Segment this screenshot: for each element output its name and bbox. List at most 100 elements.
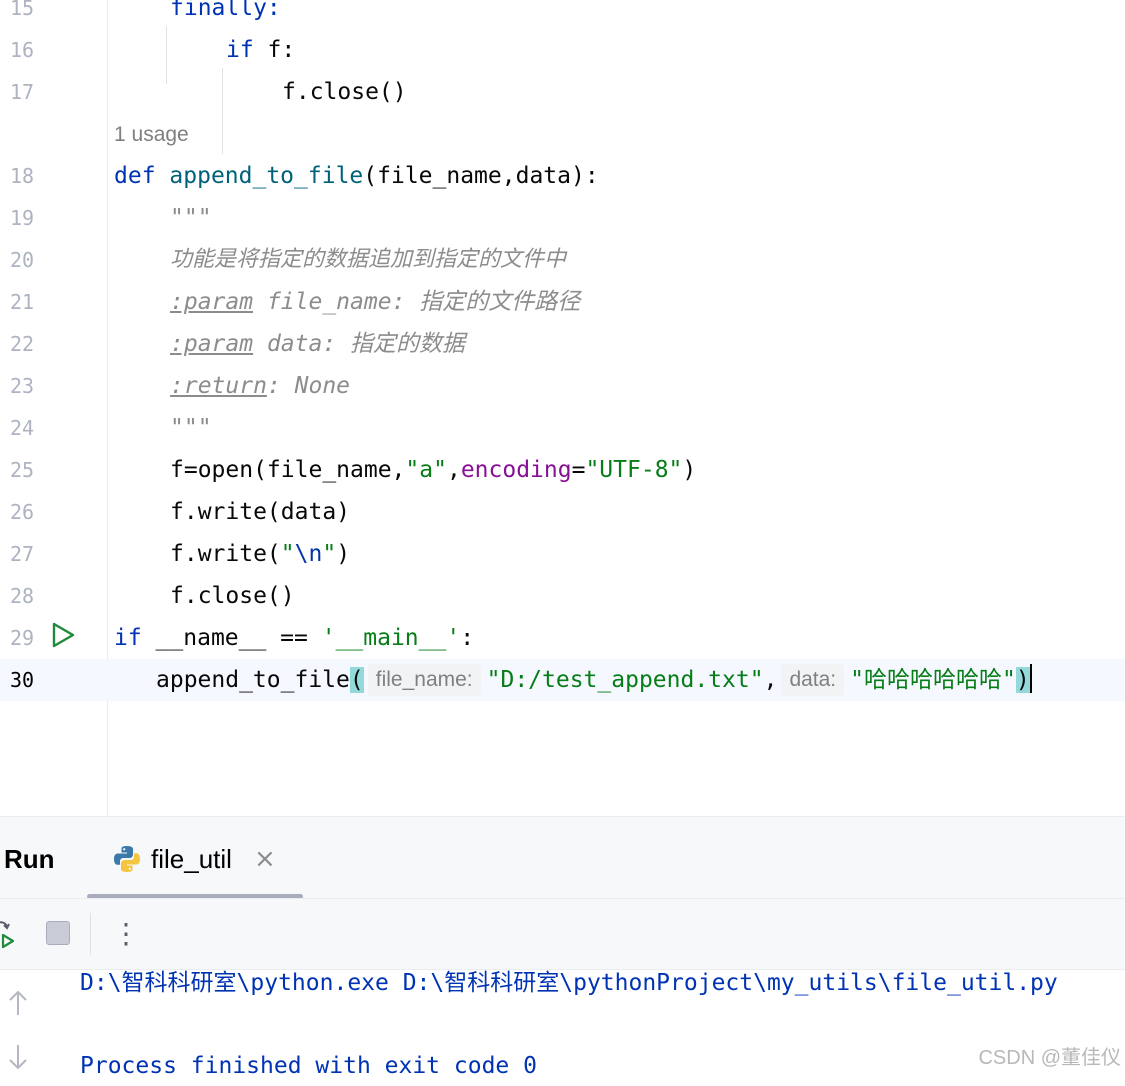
code-token: , (763, 667, 778, 693)
code-token: (file_name,data): (363, 163, 599, 189)
function-call: append_to_file (156, 667, 350, 693)
line-number: 18 (10, 164, 35, 188)
doc-text: : None (266, 373, 351, 399)
line-number: 23 (10, 374, 35, 398)
arrow-down-icon[interactable] (6, 1042, 30, 1072)
line-number: 15 (10, 0, 35, 20)
matched-brace: ) (1015, 667, 1030, 693)
code-token: ) (682, 457, 697, 483)
docstring-text: :param file_name: 指定的文件路径 (170, 281, 580, 323)
docstring-text: :param data: 指定的数据 (170, 323, 465, 365)
code-token: ) (336, 541, 351, 567)
doc-text: data: 指定的数据 (253, 331, 466, 357)
run-toolbar: ⋮ (0, 898, 1125, 970)
code-line-19[interactable]: 19 """ (0, 197, 1125, 239)
code-text: finally: (170, 0, 281, 21)
run-triangle-icon[interactable] (50, 621, 76, 649)
doc-text: file_name: 指定的文件路径 (253, 289, 581, 315)
code-line-20[interactable]: 20 功能是将指定的数据追加到指定的文件中 (0, 239, 1125, 281)
line-number: 16 (10, 38, 35, 62)
doc-tag: :param (170, 331, 254, 357)
code-line-28[interactable]: 28 f.close() (0, 575, 1125, 617)
watermark: CSDN @董佳仪 (978, 1047, 1121, 1069)
docstring-text: :return: None (170, 365, 350, 407)
usage-inlay-hint[interactable]: 1 usage (114, 115, 189, 155)
code-line-15[interactable]: 15 finally: (0, 0, 1125, 29)
keyword: if (226, 37, 254, 63)
keyword: if (114, 625, 142, 651)
code-text: f.write(data) (170, 499, 351, 525)
code-editor[interactable]: 15 finally: 16 if f: 17 f.close() 1 usag… (0, 0, 1125, 816)
docstring-delimiter: """ (170, 415, 212, 441)
line-number: 27 (10, 542, 35, 566)
code-line-18[interactable]: 18 def append_to_file(file_name,data): (0, 155, 1125, 197)
code-token: f: (253, 37, 296, 63)
stop-icon[interactable] (46, 921, 70, 945)
docstring-text: 功能是将指定的数据追加到指定的文件中 (170, 247, 567, 272)
more-options-icon[interactable]: ⋮ (112, 913, 140, 955)
rerun-icon[interactable] (0, 917, 22, 951)
code-text: append_to_file(file_name: "D:/test_append… (156, 659, 1032, 701)
line-number: 30 (10, 668, 35, 692)
code-token: = (571, 457, 586, 483)
code-line-29[interactable]: 29 if __name__ == '__main__': (0, 617, 1125, 659)
close-icon[interactable]: × (254, 844, 276, 874)
code-token: f.write( (170, 541, 281, 567)
code-text: f.close() (282, 79, 407, 105)
code-line-27[interactable]: 27 f.write("\n") (0, 533, 1125, 575)
code-text: f=open(file_name,"a",encoding="UTF-8") (170, 449, 696, 491)
code-text: def append_to_file(file_name,data): (114, 155, 599, 197)
keyword-argument: encoding (460, 457, 572, 483)
line-number: 21 (10, 290, 35, 314)
string-literal: "D:/test_append.txt" (486, 667, 764, 693)
string-literal: "a" (405, 457, 447, 483)
code-line-16[interactable]: 16 if f: (0, 29, 1125, 71)
string-literal: "哈哈哈哈哈哈" (850, 667, 1016, 693)
code-token: f=open(file_name, (170, 457, 406, 483)
line-number: 20 (10, 248, 35, 272)
line-number: 19 (10, 206, 35, 230)
toolbar-separator (90, 913, 91, 955)
doc-tag: :param (170, 289, 254, 315)
code-text: f.close() (170, 583, 295, 609)
console-output-line: D:\智科科研室\python.exe D:\智科科研室\pythonProje… (80, 970, 1058, 996)
code-line-25[interactable]: 25 f=open(file_name,"a",encoding="UTF-8"… (0, 449, 1125, 491)
code-token: , (446, 457, 461, 483)
code-token: : (460, 625, 475, 651)
code-line-26[interactable]: 26 f.write(data) (0, 491, 1125, 533)
line-number: 28 (10, 584, 35, 608)
code-line-30[interactable]: 30 append_to_file(file_name: "D:/test_app… (0, 659, 1125, 701)
docstring-delimiter: """ (170, 205, 212, 231)
keyword: def (114, 163, 156, 189)
doc-tag: :return (170, 373, 267, 399)
line-number: 29 (10, 626, 35, 650)
code-line-17[interactable]: 17 f.close() (0, 71, 1125, 113)
arrow-up-icon[interactable] (6, 988, 30, 1018)
code-line-22[interactable]: 22 :param data: 指定的数据 (0, 323, 1125, 365)
line-number: 26 (10, 500, 35, 524)
line-number: 25 (10, 458, 35, 482)
code-line-24[interactable]: 24 """ (0, 407, 1125, 449)
line-number: 24 (10, 416, 35, 440)
run-tool-window: Run file_util × ⋮ D:\智科科研室\python.exe D:… (0, 816, 1125, 1079)
tab-label: file_util (151, 843, 232, 874)
parameter-hint: file_name: (367, 664, 481, 696)
code-line-23[interactable]: 23 :return: None (0, 365, 1125, 407)
code-token: __name__ == (141, 625, 322, 651)
run-panel-title: Run (4, 844, 55, 874)
string-literal: '__main__' (321, 625, 461, 651)
code-text: f.write("\n") (170, 533, 350, 575)
function-name: append_to_file (169, 163, 364, 189)
run-panel-header: Run file_util × (0, 816, 1125, 899)
tab-file-util[interactable]: file_util × (112, 839, 276, 879)
code-text: if __name__ == '__main__': (114, 617, 474, 659)
string-quote: " (280, 541, 295, 567)
console-output-line: Process finished with exit code 0 (80, 1053, 537, 1079)
line-number: 22 (10, 332, 35, 356)
line-number: 17 (10, 80, 35, 104)
parameter-hint: data: (781, 664, 845, 696)
code-line-21[interactable]: 21 :param file_name: 指定的文件路径 (0, 281, 1125, 323)
matched-brace: ( (349, 667, 364, 693)
code-text: if f: (226, 29, 295, 71)
python-file-icon (114, 846, 140, 872)
